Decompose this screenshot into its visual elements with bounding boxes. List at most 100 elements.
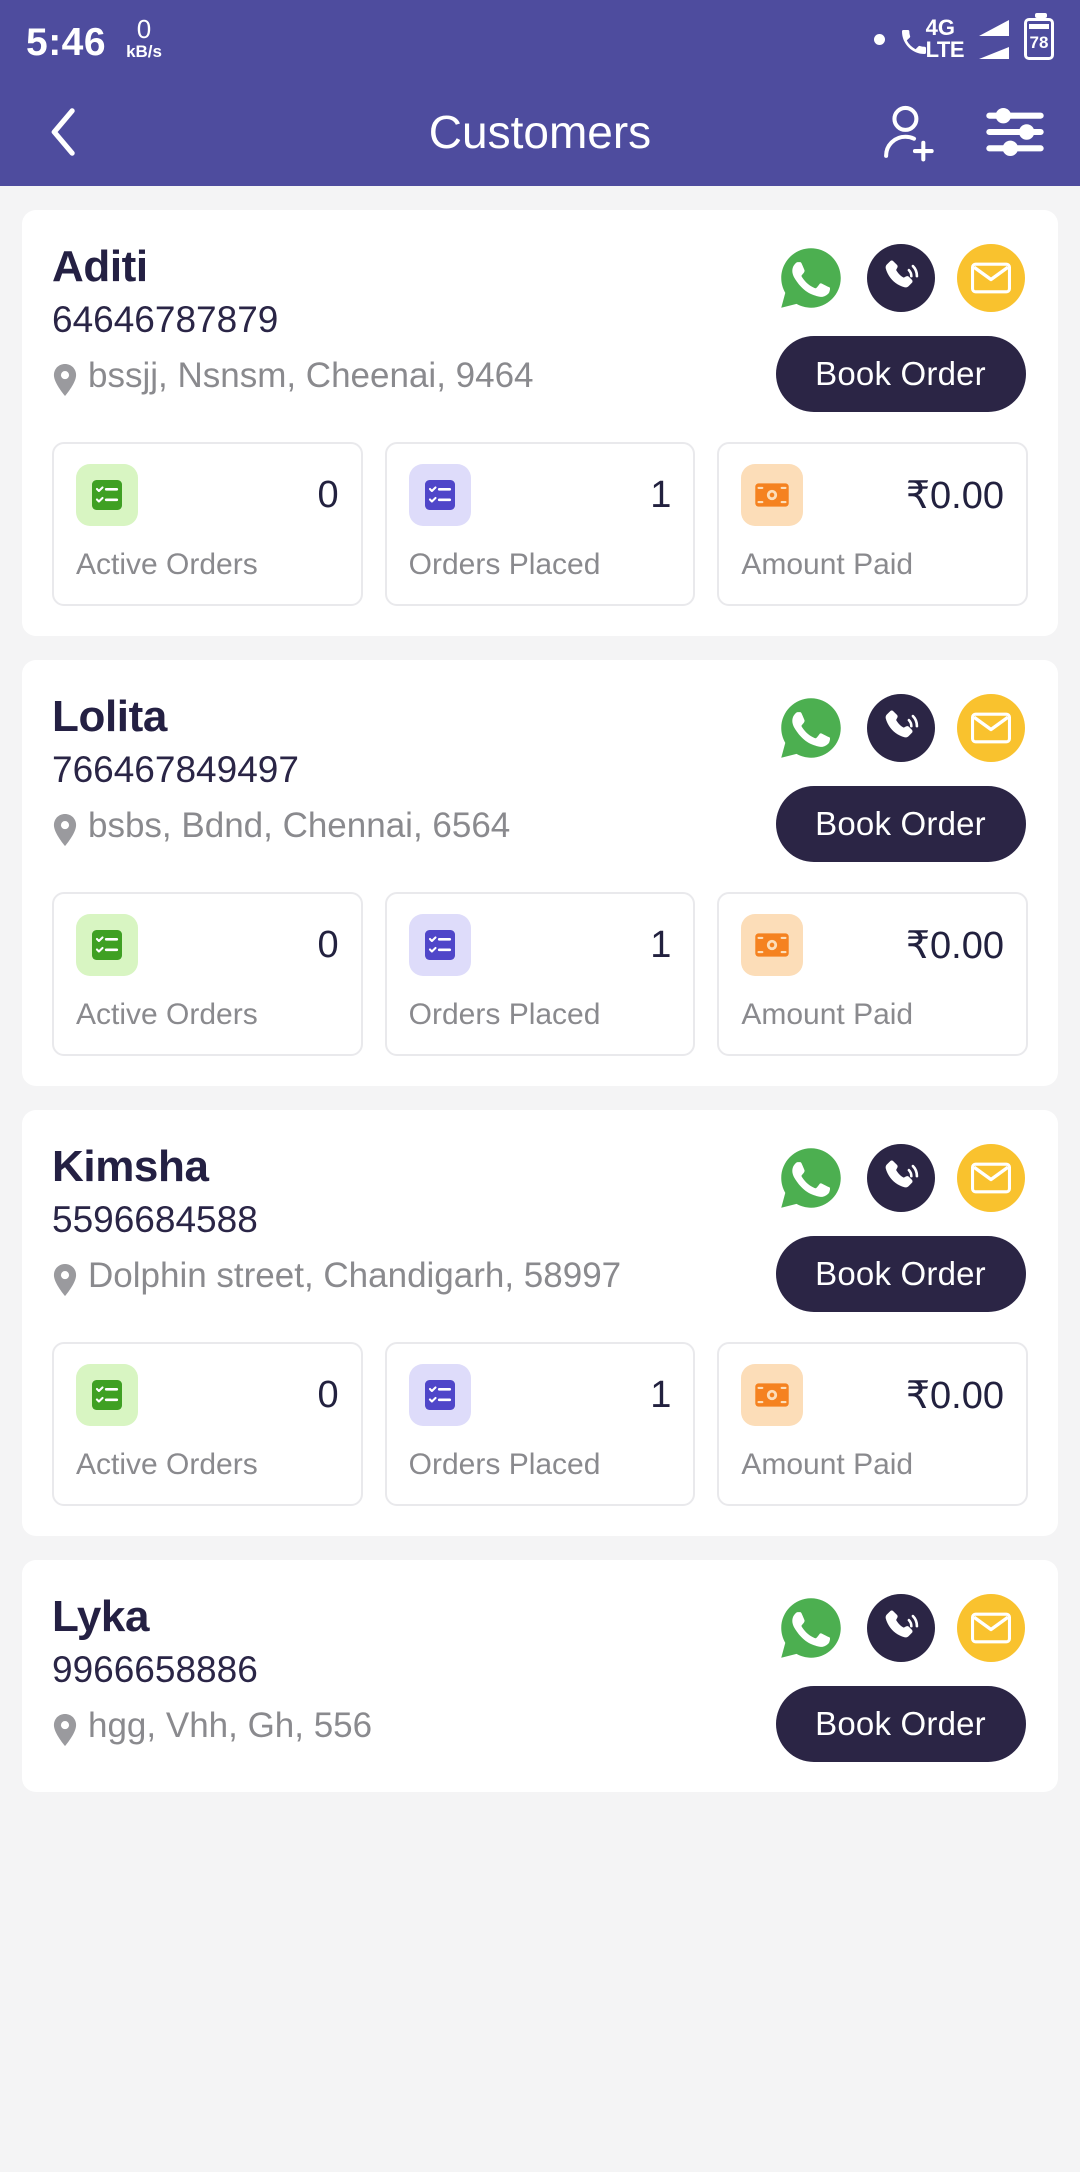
whatsapp-icon[interactable] <box>777 244 845 312</box>
customer-actions: Book Order <box>773 1594 1028 1762</box>
stat-orders-placed-value: 1 <box>650 923 672 966</box>
stat-orders-placed-label: Orders Placed <box>408 1448 601 1481</box>
network-speed-indicator: 0 kB/s <box>126 16 162 62</box>
customer-name: Lolita <box>52 692 167 741</box>
customer-actions: Book Order <box>773 694 1028 862</box>
stat-amount-paid-label: Amount Paid <box>741 998 914 1031</box>
customer-name: Kimsha <box>52 1142 209 1191</box>
stat-active-orders: 0 Active Orders <box>52 892 363 1056</box>
customer-stats: 0 Active Orders 1 Orders Placed ₹0.00 Am… <box>52 1342 1029 1506</box>
contact-icon-row <box>777 1144 1025 1212</box>
stat-orders-placed-value: 1 <box>650 1373 672 1416</box>
stat-orders-placed: 1 Orders Placed <box>384 892 696 1056</box>
customer-address-row: bssjj, Nsnsm, Cheenai, 9464 <box>52 355 761 401</box>
battery-percent: 78 <box>1029 33 1049 52</box>
stat-amount-paid-value: ₹0.00 <box>905 924 1005 967</box>
stat-active-orders-label: Active Orders <box>76 548 258 581</box>
phone-call-icon[interactable] <box>866 1144 935 1212</box>
phone-call-icon[interactable] <box>866 244 935 312</box>
back-button[interactable] <box>34 102 94 162</box>
customer-address-row: hgg, Vhh, Gh, 556 <box>52 1705 761 1751</box>
customer-phone[interactable]: 9966658886 <box>52 1649 761 1692</box>
customer-address: bssjj, Nsnsm, Cheenai, 9464 <box>88 355 534 395</box>
checklist-purple-icon <box>408 464 471 526</box>
stat-active-orders-label: Active Orders <box>76 998 258 1031</box>
signal-bars-icon <box>977 18 1011 61</box>
stat-amount-paid-label: Amount Paid <box>741 548 914 581</box>
customer-stats: 0 Active Orders 1 Orders Placed ₹0.00 Am… <box>52 892 1029 1056</box>
location-pin-icon <box>52 1713 78 1751</box>
stat-active-orders-value: 0 <box>317 1373 339 1416</box>
customer-list: Aditi 64646787879 bssjj, Nsnsm, Cheenai,… <box>0 210 1080 1792</box>
customer-card[interactable]: Aditi 64646787879 bssjj, Nsnsm, Cheenai,… <box>22 210 1058 636</box>
email-icon[interactable] <box>956 1594 1025 1662</box>
contact-icon-row <box>777 1594 1025 1662</box>
status-clock: 5:46 <box>26 21 107 64</box>
customer-address: hgg, Vhh, Gh, 556 <box>88 1705 373 1745</box>
customer-stats: 0 Active Orders 1 Orders Placed ₹0.00 Am… <box>52 442 1029 606</box>
checklist-purple-icon <box>408 914 471 976</box>
email-icon[interactable] <box>956 244 1025 312</box>
customer-info: Kimsha 5596684588 Dolphin street, Chandi… <box>52 1142 773 1312</box>
add-user-icon[interactable] <box>878 101 940 163</box>
customer-card[interactable]: Lolita 766467849497 bsbs, Bdnd, Chennai,… <box>22 660 1058 1086</box>
customer-actions: Book Order <box>773 244 1028 412</box>
book-order-button[interactable]: Book Order <box>775 336 1026 412</box>
customer-card-top: Lyka 9966658886 hgg, Vhh, Gh, 556 Book O… <box>52 1592 1028 1762</box>
checklist-green-icon <box>76 464 138 526</box>
email-icon[interactable] <box>956 694 1025 762</box>
recording-dot-icon <box>873 33 885 45</box>
network-type-label: 4G <box>925 15 955 40</box>
customer-address-row: Dolphin street, Chandigarh, 58997 <box>52 1255 761 1301</box>
customer-address: bsbs, Bdnd, Chennai, 6564 <box>88 805 511 845</box>
book-order-button[interactable]: Book Order <box>775 1686 1026 1762</box>
location-pin-icon <box>52 1263 78 1301</box>
phone-call-icon[interactable] <box>866 1594 935 1662</box>
customers-screen: 5:46 0 kB/s 4G LTE 78 Customers Aditi 64… <box>0 0 1080 2172</box>
whatsapp-icon[interactable] <box>777 1594 845 1662</box>
network-speed-unit: kB/s <box>126 42 162 61</box>
stat-orders-placed-value: 1 <box>650 473 672 516</box>
banknote-orange-icon <box>741 1364 804 1426</box>
app-bar: Customers <box>0 78 1080 186</box>
stat-active-orders-value: 0 <box>317 923 339 966</box>
status-bar: 5:46 0 kB/s 4G LTE 78 <box>0 0 1080 78</box>
stat-orders-placed-label: Orders Placed <box>408 998 601 1031</box>
customer-info: Lyka 9966658886 hgg, Vhh, Gh, 556 <box>52 1592 773 1762</box>
stat-orders-placed: 1 Orders Placed <box>384 442 696 606</box>
customer-name: Lyka <box>52 1592 150 1641</box>
stat-amount-paid: ₹0.00 Amount Paid <box>717 1342 1029 1506</box>
phone-call-icon[interactable] <box>866 694 935 762</box>
stat-active-orders-label: Active Orders <box>76 1448 258 1481</box>
whatsapp-icon[interactable] <box>777 1144 845 1212</box>
customer-phone[interactable]: 5596684588 <box>52 1199 761 1242</box>
stat-amount-paid-label: Amount Paid <box>741 1448 914 1481</box>
customer-address: Dolphin street, Chandigarh, 58997 <box>88 1255 622 1295</box>
stat-amount-paid-value: ₹0.00 <box>905 474 1005 517</box>
location-pin-icon <box>52 813 78 851</box>
stat-orders-placed-label: Orders Placed <box>408 548 601 581</box>
customer-card-top: Aditi 64646787879 bssjj, Nsnsm, Cheenai,… <box>52 243 1028 412</box>
stat-amount-paid-value: ₹0.00 <box>905 1374 1005 1417</box>
customer-card[interactable]: Kimsha 5596684588 Dolphin street, Chandi… <box>22 1110 1058 1536</box>
book-order-button[interactable]: Book Order <box>775 786 1026 862</box>
status-bar-left: 5:46 0 kB/s <box>26 16 162 62</box>
stat-orders-placed: 1 Orders Placed <box>384 1342 696 1506</box>
contact-icon-row <box>777 244 1025 312</box>
checklist-green-icon <box>76 914 138 976</box>
stat-active-orders-value: 0 <box>317 473 339 516</box>
network-lte-label: LTE <box>925 37 965 62</box>
customer-phone[interactable]: 64646787879 <box>52 299 761 342</box>
customer-card[interactable]: Lyka 9966658886 hgg, Vhh, Gh, 556 Book O… <box>22 1560 1058 1792</box>
customer-info: Lolita 766467849497 bsbs, Bdnd, Chennai,… <box>52 692 773 862</box>
battery-icon: 78 <box>1024 13 1054 60</box>
customer-address-row: bsbs, Bdnd, Chennai, 6564 <box>52 805 761 851</box>
filter-sliders-icon[interactable] <box>984 101 1046 163</box>
customer-phone[interactable]: 766467849497 <box>52 749 761 792</box>
stat-amount-paid: ₹0.00 Amount Paid <box>717 442 1029 606</box>
email-icon[interactable] <box>956 1144 1025 1212</box>
whatsapp-icon[interactable] <box>777 694 845 762</box>
book-order-button[interactable]: Book Order <box>775 1236 1026 1312</box>
banknote-orange-icon <box>741 914 804 976</box>
customer-info: Aditi 64646787879 bssjj, Nsnsm, Cheenai,… <box>52 243 773 412</box>
